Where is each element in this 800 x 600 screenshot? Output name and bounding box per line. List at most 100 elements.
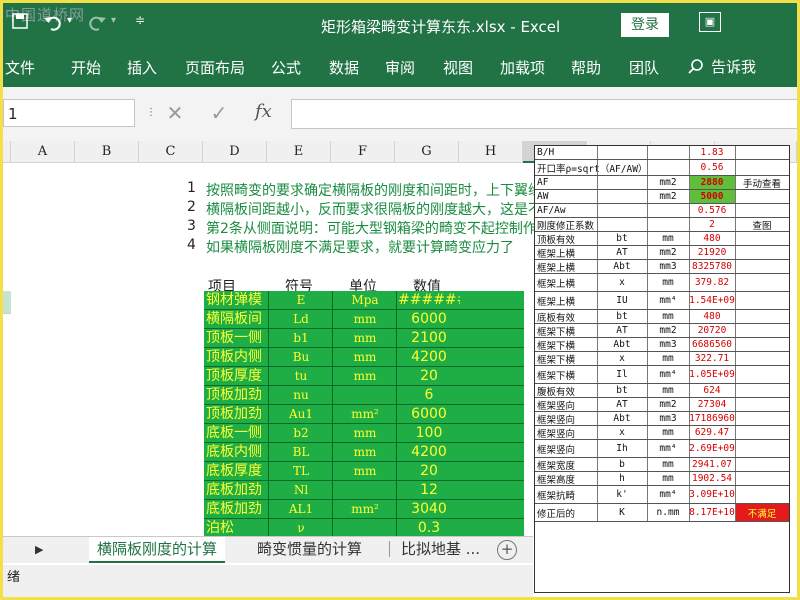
calc-note-cell[interactable]	[735, 352, 789, 365]
calc-note-cell[interactable]	[735, 260, 789, 273]
calc-row[interactable]: 框架上横 x mm 379.82	[535, 274, 789, 292]
calc-row[interactable]: 框架高度 h mm 1902.54	[535, 472, 789, 486]
sheet-tab[interactable]: 畸变惯量的计算	[257, 537, 362, 561]
calc-note-cell[interactable]	[735, 472, 789, 485]
calc-unit-cell[interactable]: mm	[647, 232, 689, 245]
calc-row[interactable]: 刚度修正系数 2 查图	[535, 218, 789, 232]
param-name-cell[interactable]: 顶板一侧	[206, 329, 268, 348]
calc-value-cell[interactable]: 1.54E+09	[689, 292, 735, 309]
param-value-cell[interactable]: 6000	[398, 405, 460, 424]
calc-symbol-cell[interactable]	[597, 218, 647, 231]
calc-symbol-cell[interactable]: K	[597, 504, 647, 521]
calc-row[interactable]: 框架下横 x mm 322.71	[535, 352, 789, 366]
param-name-cell[interactable]: 顶板内侧	[206, 348, 268, 367]
calc-symbol-cell[interactable]: AT	[597, 398, 647, 411]
calc-value-cell[interactable]: 2.69E+09	[689, 440, 735, 457]
param-unit-cell[interactable]: mm	[334, 462, 396, 481]
calc-symbol-cell[interactable]: bt	[597, 232, 647, 245]
param-name-cell[interactable]: 底板加劲	[206, 500, 268, 519]
param-value-cell[interactable]: 4200	[398, 348, 460, 367]
param-value-cell[interactable]: 12	[398, 481, 460, 500]
calc-value-cell[interactable]: 480	[689, 310, 735, 323]
calc-value-cell[interactable]: 1902.54	[689, 472, 735, 485]
param-unit-cell[interactable]: Mpa	[334, 291, 396, 310]
calc-symbol-cell[interactable]: bt	[597, 310, 647, 323]
param-name-cell[interactable]: 顶板加劲	[206, 386, 268, 405]
param-unit-cell[interactable]: mm	[334, 424, 396, 443]
parameter-row[interactable]: 底板一侧 b2 mm 100	[204, 424, 524, 443]
calc-unit-cell[interactable]	[647, 204, 689, 217]
calc-unit-cell[interactable]: mm3	[647, 338, 689, 351]
calc-row[interactable]: 腹板有效 bt mm 624	[535, 384, 789, 398]
calc-symbol-cell[interactable]	[597, 204, 647, 217]
calc-symbol-cell[interactable]: AT	[597, 246, 647, 259]
name-box[interactable]: 1	[3, 99, 135, 127]
calc-value-cell[interactable]: 3.09E+10	[689, 486, 735, 503]
calc-value-cell[interactable]: 8325780	[689, 260, 735, 273]
tab-team[interactable]: 团队	[629, 57, 659, 78]
param-symbol-cell[interactable]: nu	[270, 386, 332, 405]
calc-value-cell[interactable]: 379.82	[689, 274, 735, 291]
calc-note-cell[interactable]	[735, 310, 789, 323]
param-value-cell[interactable]: 3040	[398, 500, 460, 519]
insert-function-button[interactable]: fx	[255, 101, 272, 122]
calc-label-cell[interactable]: 框架竖向	[537, 426, 597, 440]
calc-value-cell[interactable]: 1.05E+09	[689, 366, 735, 383]
calc-row[interactable]: 框架宽度 b mm 2941.07	[535, 458, 789, 472]
calc-unit-cell[interactable]: mm	[647, 352, 689, 365]
calc-symbol-cell[interactable]: x	[597, 426, 647, 439]
calc-label-cell[interactable]: AW	[537, 190, 597, 203]
param-value-cell[interactable]: 20	[398, 367, 460, 386]
formula-input[interactable]	[291, 99, 797, 129]
param-name-cell[interactable]: 底板厚度	[206, 462, 268, 481]
tab-formulas[interactable]: 公式	[271, 57, 301, 78]
calc-note-cell[interactable]	[735, 486, 789, 503]
param-symbol-cell[interactable]: E	[270, 291, 332, 310]
calc-value-cell[interactable]: 480	[689, 232, 735, 245]
tab-page-layout[interactable]: 页面布局	[185, 57, 245, 78]
calc-label-cell[interactable]: AF	[537, 176, 597, 189]
param-symbol-cell[interactable]: Au1	[270, 405, 332, 424]
calc-symbol-cell[interactable]: Ih	[597, 440, 647, 457]
calc-note-cell[interactable]	[735, 366, 789, 383]
calc-unit-cell[interactable]: mm⁴	[647, 486, 689, 503]
calc-label-cell[interactable]: 框架抗畸	[537, 486, 597, 503]
undo-dropdown-icon[interactable]: ▾	[67, 15, 72, 26]
calc-value-cell[interactable]: 2	[689, 218, 735, 231]
calc-note-cell[interactable]	[735, 292, 789, 309]
param-symbol-cell[interactable]: BL	[270, 443, 332, 462]
calc-value-cell[interactable]: 0.56	[689, 160, 735, 175]
calc-value-cell[interactable]: 20720	[689, 324, 735, 337]
param-value-cell[interactable]: 6	[398, 386, 460, 405]
parameter-row[interactable]: 顶板加劲 nu 6	[204, 386, 524, 405]
calc-label-cell[interactable]: AF/Aw	[537, 204, 597, 217]
calc-label-cell[interactable]: 底板有效	[537, 310, 597, 324]
row-header-selected[interactable]	[3, 291, 11, 314]
calc-note-cell[interactable]: 查图	[735, 218, 789, 232]
calc-row[interactable]: 修正后的 Kn.mm 8.17E+10 不满足	[535, 504, 789, 522]
col-header-g[interactable]: G	[395, 141, 459, 163]
param-unit-cell[interactable]: mm²	[334, 500, 396, 519]
calc-row[interactable]: 底板有效 bt mm 480	[535, 310, 789, 324]
param-name-cell[interactable]: 底板加劲	[206, 481, 268, 500]
calc-label-cell[interactable]: 框架上横	[537, 260, 597, 274]
calc-label-cell[interactable]: 顶板有效	[537, 232, 597, 246]
param-unit-cell[interactable]	[334, 481, 396, 500]
param-symbol-cell[interactable]: Nl	[270, 481, 332, 500]
calc-value-cell[interactable]: 322.71	[689, 352, 735, 365]
parameter-row[interactable]: 底板加劲 Nl 12	[204, 481, 524, 500]
calc-row[interactable]: 框架竖向 Ih mm⁴ 2.69E+09	[535, 440, 789, 458]
calc-row[interactable]: B/H 1.83	[535, 146, 789, 160]
calc-value-cell[interactable]: 624	[689, 384, 735, 397]
calc-unit-cell[interactable]: mm2	[647, 324, 689, 337]
calc-symbol-cell[interactable]: bt	[597, 384, 647, 397]
param-unit-cell[interactable]: mm²	[334, 405, 396, 424]
calc-value-cell[interactable]: 2941.07	[689, 458, 735, 471]
calc-unit-cell[interactable]: mm3	[647, 412, 689, 425]
calc-label-cell[interactable]: 框架上横	[537, 246, 597, 260]
param-value-cell[interactable]: #######	[398, 291, 460, 310]
calc-label-cell[interactable]: 框架竖向	[537, 412, 597, 426]
tab-review[interactable]: 审阅	[385, 57, 415, 78]
calc-note-cell[interactable]	[735, 146, 789, 159]
param-symbol-cell[interactable]: AL1	[270, 500, 332, 519]
